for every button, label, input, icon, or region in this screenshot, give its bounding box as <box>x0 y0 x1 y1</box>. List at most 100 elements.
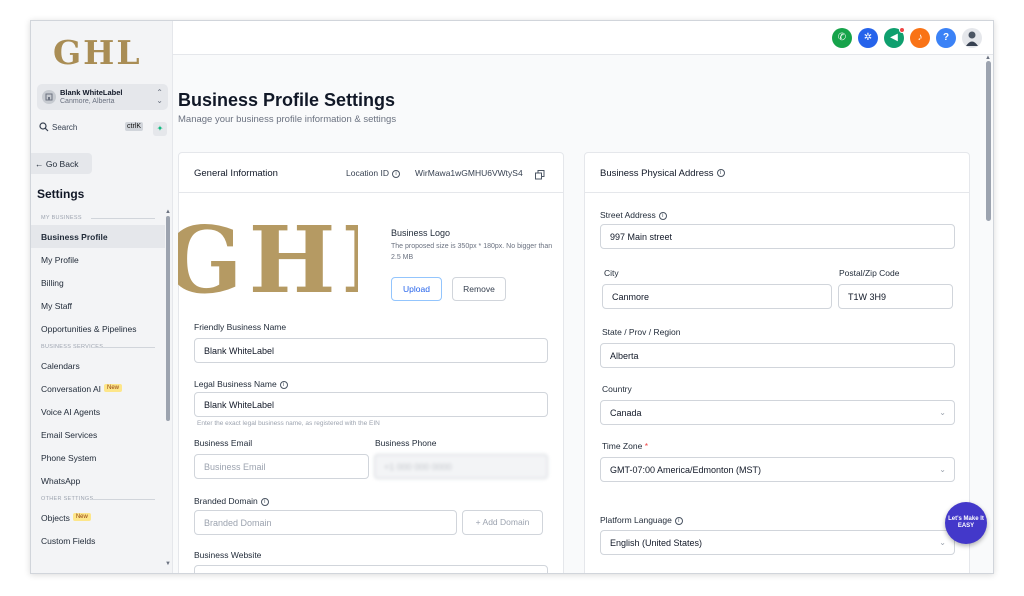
sidebar-item-my-staff[interactable]: My Staff <box>31 294 165 317</box>
settings-nav: MY BUSINESS Business Profile My Profile … <box>31 211 165 552</box>
logo-label: Business Logo <box>391 228 451 238</box>
sidebar-item-phone-system[interactable]: Phone System <box>31 446 165 469</box>
copy-icon[interactable] <box>535 167 545 185</box>
street-label-text: Street Address <box>600 210 656 220</box>
card-title: General Information <box>194 168 278 179</box>
add-domain-button[interactable]: + Add Domain <box>462 510 543 535</box>
legal-name-label-text: Legal Business Name <box>194 379 277 389</box>
platform-language-label: Platform Language i <box>600 515 683 525</box>
compass-icon[interactable]: ✲ <box>858 28 878 48</box>
info-icon: i <box>716 169 725 178</box>
sidebar-item-calendars[interactable]: Calendars <box>31 354 165 377</box>
card-title-text: Business Physical Address <box>600 168 714 179</box>
top-bar: ✆ ✲ ◀ ♪ ? <box>173 21 993 55</box>
scroll-down-arrow[interactable]: ▼ <box>165 561 171 567</box>
sidebar-item-my-profile[interactable]: My Profile <box>31 248 165 271</box>
megaphone-icon[interactable]: ◀ <box>884 27 905 48</box>
timezone-label: Time Zone * <box>602 441 648 451</box>
business-phone-label: Business Phone <box>375 438 437 448</box>
location-name: Blank WhiteLabel <box>60 88 123 97</box>
branded-domain-label-text: Branded Domain <box>194 496 258 506</box>
settings-title: Settings <box>37 187 85 201</box>
chat-widget-button[interactable]: Let's Make It EASY <box>945 502 987 544</box>
search-box[interactable]: Search ctrlK <box>37 121 147 135</box>
notification-dot <box>899 27 905 33</box>
chevron-down-icon: ⌄ <box>939 408 946 417</box>
required-asterisk: * <box>644 441 648 451</box>
card-title: Business Physical Address i <box>600 168 725 179</box>
general-info-card: General Information Location ID i WirMawa… <box>178 152 564 573</box>
timezone-label-text: Time Zone <box>602 441 643 451</box>
platform-language-value: English (United States) <box>610 538 703 548</box>
nav-section-label: BUSINESS SERVICES <box>31 340 165 354</box>
sidebar-item-custom-fields[interactable]: Custom Fields <box>31 529 165 552</box>
nav-section-label: OTHER SETTINGS <box>31 492 165 506</box>
nav-section-label: MY BUSINESS <box>31 211 165 225</box>
page-subtitle: Manage your business profile information… <box>178 114 397 125</box>
business-email-label: Business Email <box>194 438 253 448</box>
address-card: Business Physical Address i Street Addres… <box>584 152 970 573</box>
info-icon: i <box>392 169 400 178</box>
logo-hint: The proposed size is 350px * 180px. No b… <box>391 243 553 261</box>
sidebar-item-opportunities[interactable]: Opportunities & Pipelines <box>31 317 165 340</box>
chevron-down-icon: ⌄ <box>939 465 946 474</box>
upload-button[interactable]: Upload <box>391 277 442 301</box>
country-label: Country <box>602 384 632 394</box>
sidebar-item-objects[interactable]: Objects New <box>31 506 165 529</box>
sidebar-item-voice-ai[interactable]: Voice AI Agents <box>31 400 165 423</box>
info-icon: i <box>674 516 683 525</box>
platform-language-select[interactable]: English (United States) ⌄ <box>600 530 955 555</box>
legal-name-input[interactable]: Blank WhiteLabel <box>194 392 548 417</box>
sidebar-item-email-services[interactable]: Email Services <box>31 423 165 446</box>
business-phone-input[interactable]: +1 000 000 0000 <box>374 454 548 479</box>
search-label: Search <box>52 123 78 132</box>
business-email-input[interactable]: Business Email <box>194 454 369 479</box>
timezone-value: GMT-07:00 America/Edmonton (MST) <box>610 465 762 475</box>
street-label: Street Address i <box>600 210 667 220</box>
sidebar-item-conversation-ai[interactable]: Conversation AI New <box>31 377 165 400</box>
zip-label: Postal/Zip Code <box>839 268 900 278</box>
chevron-down-icon: ⌄ <box>939 538 946 547</box>
main-scrollbar[interactable] <box>986 61 991 221</box>
timezone-select[interactable]: GMT-07:00 America/Edmonton (MST) ⌄ <box>600 457 955 482</box>
help-icon[interactable]: ? <box>936 28 956 48</box>
info-icon: i <box>658 211 667 220</box>
sidebar: GHL Blank WhiteLabel Canmore, Alberta ⌃ ⌄… <box>31 21 173 573</box>
bell-icon[interactable]: ♪ <box>910 28 930 48</box>
location-id-value: WirMawa1wGMHU6VWtyS4 <box>415 168 523 178</box>
logo-preview-text: GHL <box>178 212 358 312</box>
user-avatar[interactable] <box>962 28 982 48</box>
brand-logo: GHL <box>53 33 142 72</box>
location-subtitle: Canmore, Alberta <box>60 98 115 105</box>
remove-button[interactable]: Remove <box>452 277 506 301</box>
business-website-input[interactable] <box>194 565 548 573</box>
card-header: Business Physical Address i <box>585 153 969 193</box>
branded-domain-input[interactable]: Branded Domain <box>194 510 457 535</box>
sidebar-item-billing[interactable]: Billing <box>31 271 165 294</box>
scroll-up-arrow[interactable]: ▲ <box>165 209 171 215</box>
branded-domain-label: Branded Domain i <box>194 496 269 506</box>
go-back-button[interactable]: ← Go Back <box>31 153 92 174</box>
sidebar-item-business-profile[interactable]: Business Profile <box>31 225 165 248</box>
city-label: City <box>604 268 619 278</box>
location-switcher[interactable]: Blank WhiteLabel Canmore, Alberta ⌃ ⌄ <box>37 84 168 110</box>
street-input[interactable]: 997 Main street <box>600 224 955 249</box>
city-input[interactable]: Canmore <box>602 284 832 309</box>
sidebar-item-whatsapp[interactable]: WhatsApp <box>31 469 165 492</box>
sidebar-item-label: Objects <box>41 513 70 523</box>
platform-language-label-text: Platform Language <box>600 515 672 525</box>
location-id-label: Location ID i <box>346 168 400 178</box>
ai-spark-icon[interactable]: ✦ <box>153 122 167 136</box>
country-select[interactable]: Canada ⌄ <box>600 400 955 425</box>
info-icon: i <box>279 380 288 389</box>
new-badge: New <box>72 513 91 521</box>
state-label: State / Prov / Region <box>602 327 681 337</box>
phone-icon[interactable]: ✆ <box>832 28 852 48</box>
zip-input[interactable]: T1W 3H9 <box>838 284 953 309</box>
building-icon <box>42 90 56 104</box>
friendly-name-input[interactable]: Blank WhiteLabel <box>194 338 548 363</box>
sidebar-scrollbar[interactable] <box>166 216 170 421</box>
state-input[interactable]: Alberta <box>600 343 955 368</box>
country-value: Canada <box>610 408 642 418</box>
friendly-name-label: Friendly Business Name <box>194 322 287 332</box>
